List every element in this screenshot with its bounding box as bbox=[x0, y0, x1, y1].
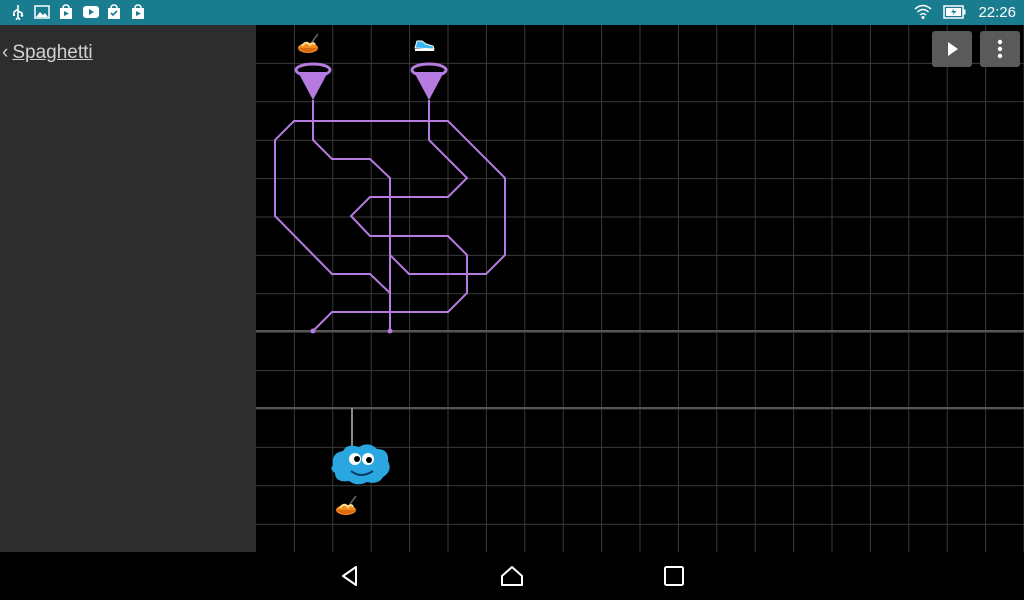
back-link[interactable]: ‹ Spaghetti bbox=[2, 42, 93, 64]
spaghetti-path bbox=[274, 100, 506, 332]
spaghetti-bowl-icon bbox=[298, 33, 319, 53]
grid-board bbox=[256, 25, 1024, 552]
youtube-icon bbox=[83, 6, 99, 18]
sidebar: ‹ Spaghetti bbox=[0, 25, 256, 552]
navigation-bar bbox=[0, 552, 1024, 600]
sneaker-icon bbox=[414, 40, 435, 51]
battery-charging-icon bbox=[943, 5, 966, 19]
recents-icon[interactable] bbox=[662, 564, 686, 588]
image-icon bbox=[34, 5, 50, 19]
chevron-left-icon: ‹ bbox=[2, 42, 9, 63]
play-store-icon bbox=[60, 4, 72, 19]
game-canvas[interactable] bbox=[256, 25, 1024, 552]
shopping-bag-icon bbox=[132, 4, 144, 19]
more-vert-icon bbox=[997, 39, 1003, 59]
status-bar: 22:26 bbox=[0, 0, 1024, 25]
clock: 22:26 bbox=[978, 4, 1016, 21]
funnel-icon bbox=[294, 62, 332, 100]
home-icon[interactable] bbox=[500, 564, 524, 588]
back-link-label: Spaghetti bbox=[12, 42, 93, 63]
wifi-icon bbox=[914, 4, 932, 19]
funnel-icon bbox=[410, 62, 448, 100]
shopping-bag-icon bbox=[108, 4, 120, 19]
play-icon bbox=[948, 42, 958, 56]
play-button[interactable] bbox=[932, 31, 972, 67]
back-icon[interactable] bbox=[338, 564, 362, 588]
more-options-button[interactable] bbox=[980, 31, 1020, 67]
usb-icon bbox=[13, 5, 24, 20]
blue-monster-character bbox=[331, 444, 390, 485]
spaghetti-bowl-icon bbox=[336, 495, 357, 515]
